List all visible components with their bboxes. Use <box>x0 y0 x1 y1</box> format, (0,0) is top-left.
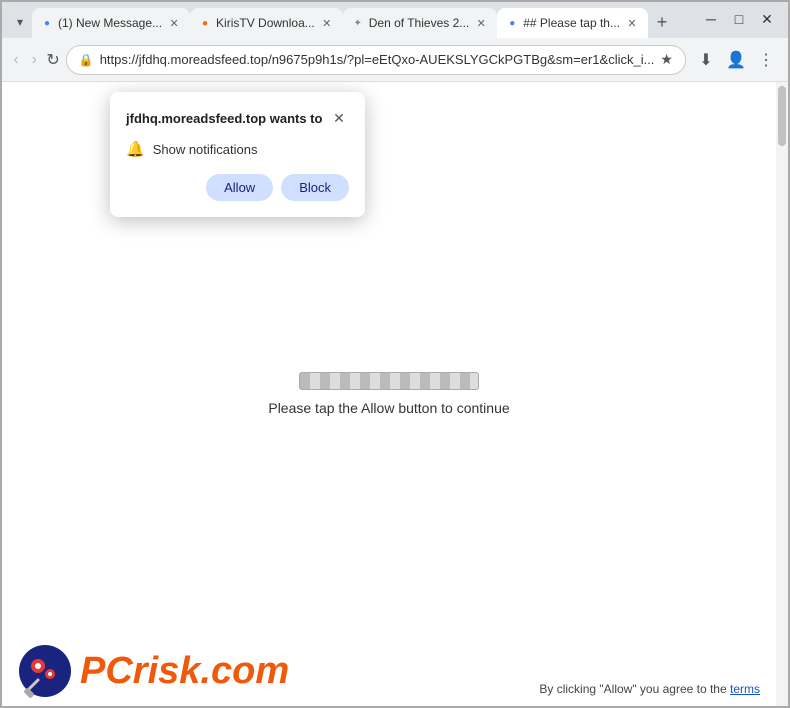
tab-favicon-1: ● <box>40 16 54 30</box>
tab-title-1: (1) New Message... <box>58 16 162 30</box>
notification-label: Show notifications <box>153 142 258 157</box>
tab-close-1[interactable]: ✕ <box>166 15 182 31</box>
tab-title-4: ## Please tap th... <box>523 16 620 30</box>
content-area: jfdhq.moreadsfeed.top wants to ✕ 🔔 Show … <box>2 82 788 706</box>
bookmark-icon[interactable]: ★ <box>660 51 673 68</box>
scrollbar[interactable] <box>776 82 788 706</box>
profile-button[interactable]: 👤 <box>722 46 750 74</box>
allow-button[interactable]: Allow <box>206 174 273 201</box>
pcrisk-pc: PC <box>80 650 133 692</box>
bell-icon: 🔔 <box>126 140 145 158</box>
browser-tab-1[interactable]: ● (1) New Message... ✕ <box>32 8 190 38</box>
pcrisk-logo-icon <box>18 644 72 698</box>
refresh-button[interactable]: ↻ <box>46 46 59 74</box>
footer-terms: By clicking "Allow" you agree to the ter… <box>539 682 760 698</box>
footer-logo: PCrisk.com By clicking "Allow" you agree… <box>2 644 776 706</box>
pcrisk-text: PCrisk.com <box>80 652 289 690</box>
forward-button[interactable]: › <box>28 46 40 74</box>
scrollbar-thumb[interactable] <box>778 86 786 146</box>
progress-bar <box>299 372 479 390</box>
popup-header: jfdhq.moreadsfeed.top wants to ✕ <box>126 108 349 128</box>
pcrisk-risk: risk <box>133 650 201 692</box>
browser-toolbar: ‹ › ↻ 🔒 https://jfdhq.moreadsfeed.top/n9… <box>2 38 788 82</box>
pcrisk-logo: PCrisk.com <box>18 644 289 698</box>
maximize-button[interactable]: □ <box>726 8 752 30</box>
pcrisk-com: .com <box>200 650 289 692</box>
minimize-button[interactable]: ─ <box>698 8 724 30</box>
download-button[interactable]: ⬇ <box>692 46 720 74</box>
popup-notification-row: 🔔 Show notifications <box>126 140 349 158</box>
address-bar[interactable]: 🔒 https://jfdhq.moreadsfeed.top/n9675p9h… <box>66 45 686 75</box>
close-button[interactable]: ✕ <box>754 8 780 30</box>
tab-title-2: KirisTV Downloa... <box>216 16 315 30</box>
tab-scroll-arrow[interactable]: ▾ <box>8 8 32 36</box>
url-text: https://jfdhq.moreadsfeed.top/n9675p9h1s… <box>100 52 655 67</box>
notification-popup: jfdhq.moreadsfeed.top wants to ✕ 🔔 Show … <box>110 92 365 217</box>
block-button[interactable]: Block <box>281 174 349 201</box>
menu-button[interactable]: ⋮ <box>752 46 780 74</box>
tab-favicon-4: ● <box>505 16 519 30</box>
tab-favicon-3: ✦ <box>351 16 365 30</box>
lock-icon: 🔒 <box>79 53 94 67</box>
tab-title-3: Den of Thieves 2... <box>369 16 470 30</box>
popup-close-button[interactable]: ✕ <box>329 108 349 128</box>
footer-terms-link[interactable]: terms <box>730 682 760 696</box>
progress-bar-wrap <box>299 372 479 390</box>
window-controls: ─ □ ✕ <box>698 8 780 30</box>
tab-close-4[interactable]: ✕ <box>624 15 640 31</box>
tab-bar: ▾ ● (1) New Message... ✕ ● KirisTV Downl… <box>2 2 788 38</box>
toolbar-icons: ⬇ 👤 ⋮ <box>692 46 780 74</box>
tab-close-2[interactable]: ✕ <box>319 15 335 31</box>
footer-terms-text: By clicking "Allow" you agree to the <box>539 682 730 696</box>
tab-favicon-2: ● <box>198 16 212 30</box>
tab-close-3[interactable]: ✕ <box>473 15 489 31</box>
browser-frame: ▾ ● (1) New Message... ✕ ● KirisTV Downl… <box>0 0 790 708</box>
new-tab-button[interactable]: + <box>648 8 676 36</box>
browser-tab-4[interactable]: ● ## Please tap th... ✕ <box>497 8 648 38</box>
popup-buttons: Allow Block <box>126 174 349 201</box>
browser-tab-3[interactable]: ✦ Den of Thieves 2... ✕ <box>343 8 498 38</box>
back-button[interactable]: ‹ <box>10 46 22 74</box>
browser-tab-2[interactable]: ● KirisTV Downloa... ✕ <box>190 8 343 38</box>
page-instruction: Please tap the Allow button to continue <box>268 400 509 416</box>
popup-title: jfdhq.moreadsfeed.top wants to <box>126 111 322 126</box>
